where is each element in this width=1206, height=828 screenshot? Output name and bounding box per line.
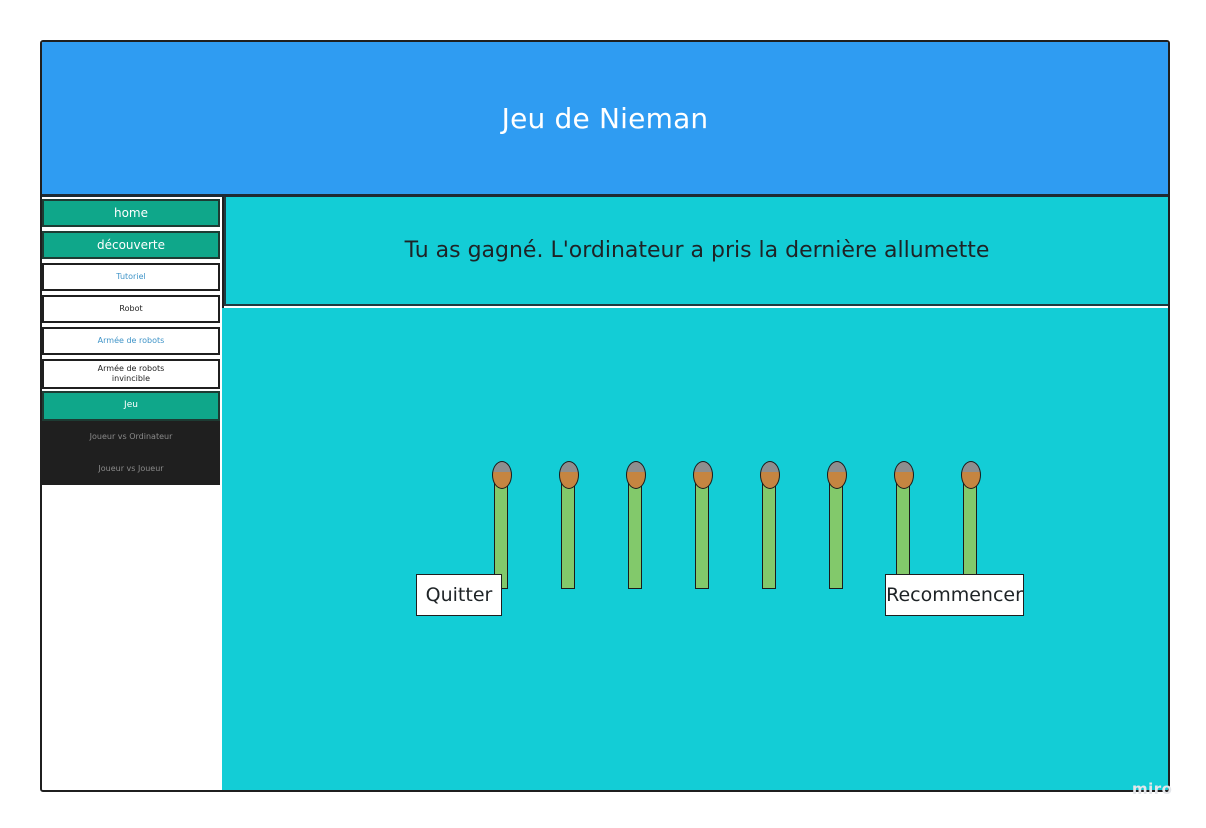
matchstick-stick bbox=[494, 473, 508, 589]
result-message: Tu as gagné. L'ordinateur a pris la dern… bbox=[404, 238, 990, 263]
matchstick[interactable] bbox=[760, 461, 780, 593]
matchstick-head bbox=[961, 461, 981, 489]
sidebar-item-joueur-vs-joueur[interactable]: Joueur vs Joueur bbox=[42, 453, 220, 485]
sidebar-item-armee-invincible[interactable]: Armée de robots invincible bbox=[42, 359, 220, 389]
matchstick-stick bbox=[762, 473, 776, 589]
matchstick-head bbox=[693, 461, 713, 489]
game-board: Quitter Recommencer bbox=[222, 308, 1168, 790]
matchstick-stick bbox=[896, 473, 910, 589]
app-window: Jeu de Nieman home découverte Tutoriel R… bbox=[40, 40, 1170, 792]
quit-button[interactable]: Quitter bbox=[416, 574, 502, 616]
sidebar-item-jeu[interactable]: Jeu bbox=[42, 391, 220, 421]
sidebar-item-home[interactable]: home bbox=[42, 199, 220, 227]
matchstick[interactable] bbox=[559, 461, 579, 593]
matchstick-stick bbox=[963, 473, 977, 589]
matchstick-head bbox=[559, 461, 579, 489]
sidebar-item-joueur-vs-ordinateur[interactable]: Joueur vs Ordinateur bbox=[42, 421, 220, 453]
sidebar: home découverte Tutoriel Robot Armée de … bbox=[42, 197, 224, 790]
matchstick-stick bbox=[829, 473, 843, 589]
matchstick-head bbox=[894, 461, 914, 489]
matchstick-stick bbox=[695, 473, 709, 589]
sidebar-item-robot[interactable]: Robot bbox=[42, 295, 220, 323]
sidebar-item-tutoriel[interactable]: Tutoriel bbox=[42, 263, 220, 291]
sidebar-item-armee-de-robots[interactable]: Armée de robots bbox=[42, 327, 220, 355]
matchstick-stick bbox=[628, 473, 642, 589]
matchstick-head bbox=[760, 461, 780, 489]
page-header: Jeu de Nieman bbox=[42, 42, 1168, 197]
miro-watermark: miro bbox=[1132, 780, 1173, 798]
matchstick-head bbox=[626, 461, 646, 489]
matchstick[interactable] bbox=[693, 461, 713, 593]
matchstick-head bbox=[827, 461, 847, 489]
matchstick-stick bbox=[561, 473, 575, 589]
sidebar-item-decouverte[interactable]: découverte bbox=[42, 231, 220, 259]
matchstick[interactable] bbox=[626, 461, 646, 593]
matchstick[interactable] bbox=[827, 461, 847, 593]
matchstick-head bbox=[492, 461, 512, 489]
page-title: Jeu de Nieman bbox=[501, 101, 709, 135]
result-message-panel: Tu as gagné. L'ordinateur a pris la dern… bbox=[224, 197, 1168, 306]
restart-button[interactable]: Recommencer bbox=[885, 574, 1024, 616]
